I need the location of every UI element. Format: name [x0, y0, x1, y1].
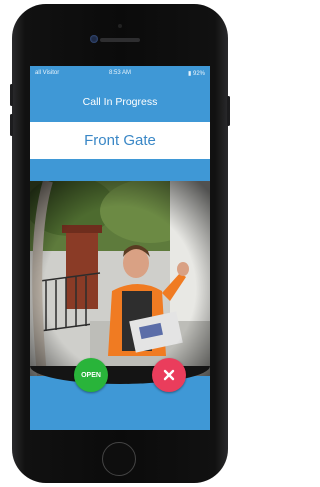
location-name: Front Gate — [84, 132, 156, 149]
earpiece-speaker — [100, 38, 140, 42]
phone-screen: all Visitor 8:53 AM ▮ 92% Call In Progre… — [30, 66, 210, 430]
power-button — [227, 96, 230, 126]
close-icon — [163, 369, 175, 381]
volume-up-button — [10, 84, 13, 106]
open-gate-button[interactable]: OPEN — [74, 358, 108, 392]
location-header: Front Gate — [30, 122, 210, 159]
volume-down-button — [10, 114, 13, 136]
status-bar: all Visitor 8:53 AM ▮ 92% — [30, 66, 210, 80]
home-button[interactable] — [102, 442, 136, 476]
battery-percent: 92% — [192, 71, 205, 77]
camera-feed — [30, 181, 210, 376]
front-camera — [90, 35, 98, 43]
battery-level: ▮ 92% — [188, 70, 205, 77]
status-time: 8:53 AM — [108, 70, 131, 76]
camera-feed-image — [30, 181, 210, 376]
proximity-sensor — [118, 24, 122, 28]
call-status-title: Call In Progress — [82, 96, 158, 108]
decline-call-button[interactable] — [152, 358, 186, 392]
